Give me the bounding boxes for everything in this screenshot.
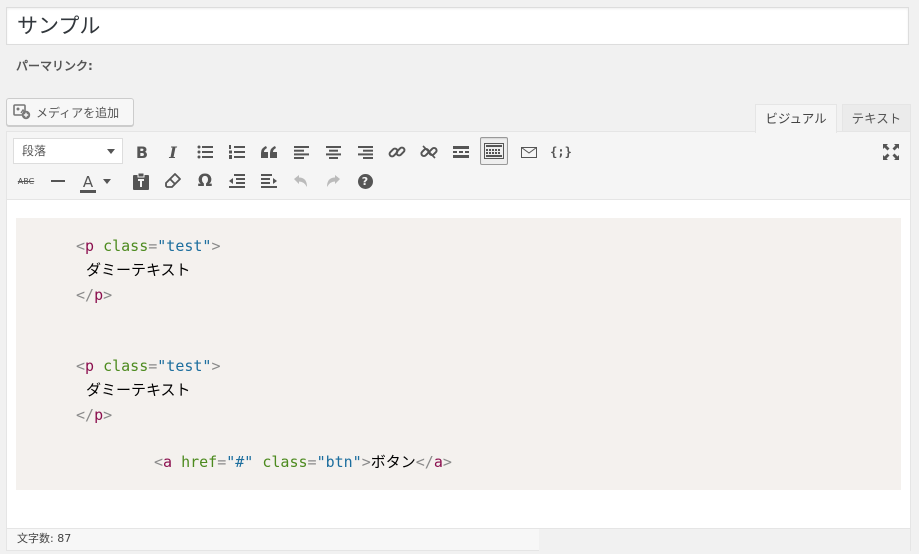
align-right-icon <box>357 145 373 159</box>
help-icon: ? <box>357 173 373 189</box>
strikethrough-icon: ABC <box>17 176 35 186</box>
add-media-label: メディアを追加 <box>36 105 120 120</box>
text-color-icon: A <box>82 172 94 191</box>
code-line: <p class="test"> <box>76 357 221 375</box>
blockquote-icon <box>261 146 277 158</box>
fullscreen-icon <box>883 144 899 160</box>
clear-formatting-icon <box>165 173 181 188</box>
align-center-button[interactable] <box>319 138 347 166</box>
undo-button[interactable] <box>287 167 315 195</box>
mail-button[interactable] <box>515 138 543 166</box>
text-color-swatch: A <box>79 172 97 193</box>
word-count: 文字数: 87 <box>17 532 72 545</box>
numbered-list-icon <box>229 145 245 159</box>
fullscreen-button[interactable] <box>877 138 905 166</box>
editor-content[interactable]: <p class="test"> ダミーテキスト </p> <p class="… <box>16 218 901 490</box>
code-line: </p> <box>76 406 113 424</box>
undo-icon <box>294 175 307 187</box>
indent-button[interactable] <box>255 167 283 195</box>
bold-icon: B <box>135 142 149 162</box>
code-braces-button[interactable]: {;} <box>547 138 575 166</box>
text-color-bar <box>80 189 96 193</box>
code-text: ダミーテキスト <box>86 261 191 279</box>
unlink-icon <box>420 145 438 159</box>
format-select[interactable]: 段落 <box>13 138 123 164</box>
chevron-down-icon <box>107 149 115 154</box>
numbered-list-button[interactable] <box>223 138 251 166</box>
align-right-button[interactable] <box>351 138 379 166</box>
horizontal-line-icon <box>51 180 65 182</box>
add-media-icon <box>13 104 31 120</box>
horizontal-line-button[interactable] <box>44 167 72 195</box>
bold-button[interactable]: B <box>128 138 156 166</box>
link-button[interactable] <box>383 138 411 166</box>
outdent-icon <box>229 174 245 188</box>
redo-icon <box>327 175 340 187</box>
align-center-icon <box>325 145 341 159</box>
unlink-button[interactable] <box>415 138 443 166</box>
format-select-value: 段落 <box>22 144 47 158</box>
code-line: </p> <box>76 286 113 304</box>
align-left-icon <box>293 145 309 159</box>
add-media-button[interactable]: メディアを追加 <box>6 98 134 126</box>
permalink-label: パーマリンク: <box>16 59 93 73</box>
resize-handle[interactable] <box>539 529 910 551</box>
tab-visual[interactable]: ビジュアル <box>755 104 837 133</box>
italic-button[interactable]: I <box>159 138 187 166</box>
status-bar: 文字数: 87 <box>7 528 910 551</box>
bulleted-list-icon <box>197 145 213 159</box>
paste-text-button[interactable] <box>127 167 155 195</box>
redo-button[interactable] <box>319 167 347 195</box>
mail-icon <box>521 146 537 158</box>
strikethrough-button[interactable]: ABC <box>12 167 40 195</box>
special-character-button[interactable]: Ω <box>191 167 219 195</box>
blockquote-button[interactable] <box>255 138 283 166</box>
code-text: ダミーテキスト <box>86 381 191 399</box>
italic-icon: I <box>169 142 177 162</box>
read-more-button[interactable] <box>447 138 475 166</box>
tab-text[interactable]: テキスト <box>842 104 911 132</box>
code-line: <a href="#" class="btn">ボタン</a> <box>154 453 452 471</box>
paste-text-icon <box>133 172 149 190</box>
chevron-down-icon <box>103 178 111 184</box>
outdent-button[interactable] <box>223 167 251 195</box>
read-more-icon <box>453 146 469 158</box>
link-icon <box>388 146 406 158</box>
clear-formatting-button[interactable] <box>159 167 187 195</box>
indent-icon <box>261 174 277 188</box>
code-line: <p class="test"> <box>76 237 221 255</box>
help-button[interactable]: ? <box>351 167 379 195</box>
text-color-button[interactable]: A <box>75 167 115 195</box>
special-character-icon: Ω <box>197 171 213 191</box>
code-braces-icon: {;} <box>550 145 572 159</box>
editor: 段落 B I {;} ABC A Ω ? <p class="test"> ダミ… <box>6 131 911 551</box>
align-left-button[interactable] <box>287 138 315 166</box>
toolbar-toggle-button[interactable] <box>480 137 508 165</box>
toolbar-toggle-icon <box>484 143 504 159</box>
bulleted-list-button[interactable] <box>191 138 219 166</box>
post-title-input[interactable]: サンプル <box>6 7 909 45</box>
editor-toolbar: 段落 B I {;} ABC A Ω ? <box>7 132 910 200</box>
